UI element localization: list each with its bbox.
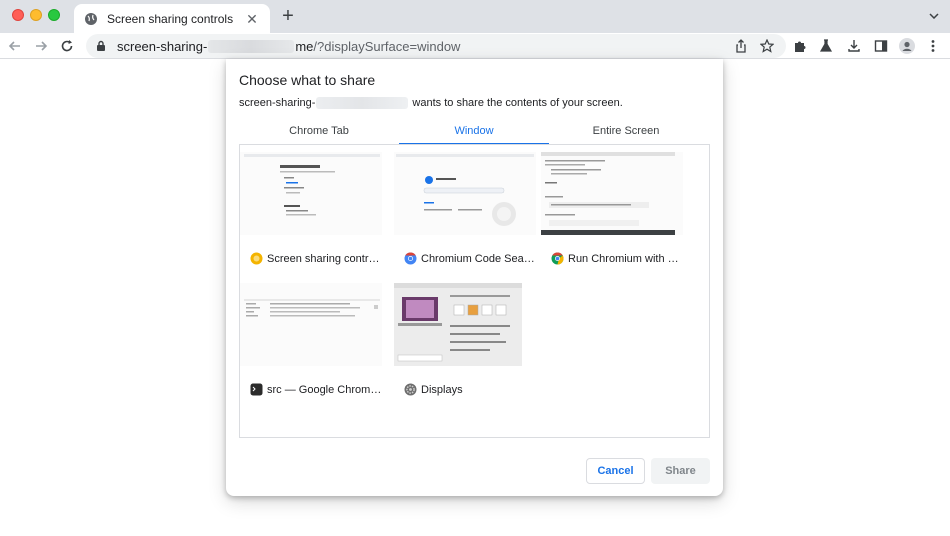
cancel-button[interactable]: Cancel <box>586 458 645 484</box>
window-item-displays[interactable]: Displays <box>394 283 536 396</box>
close-tab-icon[interactable]: ✕ <box>244 11 260 27</box>
puzzle-icon <box>795 41 806 52</box>
window-thumbnail <box>394 283 522 366</box>
back-button[interactable] <box>6 37 24 55</box>
share-type-tabs: Chrome Tab Window Entire Screen <box>226 119 723 145</box>
yellow-globe-icon <box>250 252 263 265</box>
forward-button[interactable] <box>32 37 50 55</box>
window-grid: Screen sharing controls Chromium Code Se… <box>239 144 710 438</box>
arrow-right-icon <box>36 41 48 51</box>
window-item-label: Run Chromium with co... <box>551 252 683 265</box>
share-picker-dialog: Choose what to share screen-sharing- wan… <box>226 59 723 496</box>
avatar-icon <box>899 38 915 54</box>
window-item-google-chrome-src[interactable]: src — Google Chrome... <box>240 283 382 396</box>
globe-icon <box>84 12 98 26</box>
tab-entire-screen[interactable]: Entire Screen <box>551 119 701 145</box>
window-item-screen-sharing[interactable]: Screen sharing controls <box>240 152 382 265</box>
side-panel-icon <box>874 40 888 52</box>
tab-chrome-tab[interactable]: Chrome Tab <box>244 119 394 145</box>
bookmark-star-icon[interactable] <box>758 37 776 55</box>
tab-window[interactable]: Window <box>399 119 549 145</box>
subtitle-text: wants to share the contents of your scre… <box>412 97 623 109</box>
chrome-icon <box>551 252 564 265</box>
window-item-label: Chromium Code Searc... <box>404 252 536 265</box>
more-vertical-icon <box>931 40 935 52</box>
profile-button[interactable] <box>898 37 916 55</box>
share-button[interactable]: Share <box>651 458 710 484</box>
url-host-start: screen-sharing- <box>117 38 208 54</box>
subtitle-redacted <box>316 97 409 109</box>
url-text: screen-sharing- me /?displaySurface=wind… <box>117 39 460 54</box>
window-item-code-search[interactable]: Chromium Code Searc... <box>394 152 536 265</box>
url-host-end: me <box>295 38 314 54</box>
menu-button[interactable] <box>924 37 942 55</box>
labs-button[interactable] <box>817 37 835 55</box>
window-item-label: src — Google Chrome... <box>250 383 382 396</box>
window-item-label: Displays <box>404 383 536 396</box>
url-path: /?displaySurface=window <box>313 38 461 54</box>
reload-button[interactable] <box>58 37 76 55</box>
url-redacted <box>208 39 295 53</box>
dialog-subtitle: screen-sharing- wants to share the conte… <box>239 97 623 109</box>
minimize-window-button[interactable] <box>30 9 42 21</box>
share-page-icon[interactable] <box>732 37 750 55</box>
system-preferences-icon <box>404 383 417 396</box>
subtitle-site: screen-sharing- <box>239 97 316 109</box>
window-thumbnail <box>394 152 536 235</box>
downloads-button[interactable] <box>845 37 863 55</box>
download-icon <box>848 40 860 52</box>
flask-icon <box>819 39 833 52</box>
extensions-button[interactable] <box>791 37 809 55</box>
lock-icon[interactable] <box>95 40 107 52</box>
browser-toolbar: screen-sharing- me /?displaySurface=wind… <box>0 33 950 59</box>
side-panel-button[interactable] <box>872 37 890 55</box>
new-tab-button[interactable]: + <box>277 6 299 28</box>
window-thumbnail <box>541 152 683 235</box>
arrow-left-icon <box>8 41 20 51</box>
window-item-run-chromium[interactable]: Run Chromium with co... <box>541 152 683 265</box>
tab-search-chevron-icon[interactable] <box>926 8 942 24</box>
window-thumbnail <box>240 283 382 366</box>
chromium-icon <box>404 252 417 265</box>
maximize-window-button[interactable] <box>48 9 60 21</box>
reload-icon <box>61 40 73 52</box>
terminal-icon <box>250 383 263 396</box>
window-thumbnail <box>240 152 382 235</box>
browser-tab-active[interactable]: Screen sharing controls ✕ <box>74 4 270 33</box>
tab-title: Screen sharing controls <box>107 11 234 26</box>
close-window-button[interactable] <box>12 9 24 21</box>
dialog-title: Choose what to share <box>239 72 376 88</box>
tab-strip: Screen sharing controls ✕ + <box>0 0 950 33</box>
window-item-label: Screen sharing controls <box>250 252 382 265</box>
address-bar[interactable]: screen-sharing- me /?displaySurface=wind… <box>86 34 786 58</box>
